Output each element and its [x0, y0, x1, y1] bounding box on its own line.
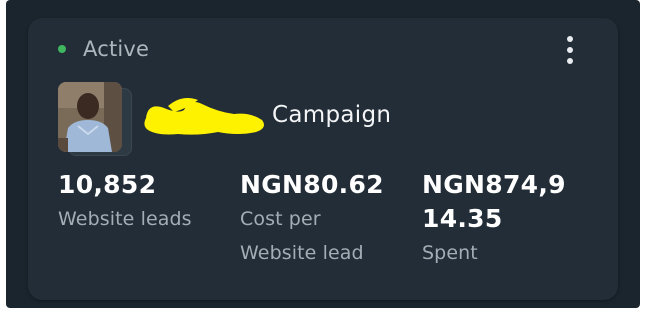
redaction-mark: [144, 98, 264, 135]
metric-label-line-1: Cost per: [240, 208, 321, 230]
more-vertical-icon-dot: [567, 47, 573, 53]
status-dot-icon: [58, 45, 66, 53]
campaign-name-label: Campaign: [272, 102, 392, 128]
metric-value-line-2: 14.35: [422, 204, 503, 233]
ad-thumbnail-stack[interactable]: [58, 82, 132, 158]
ad-thumbnail-photo: [58, 82, 122, 152]
screen: Active Campaign 10,852 Website leads NGN…: [0, 0, 646, 314]
metric-label-line-2: Website lead: [240, 242, 364, 264]
metric-website-leads: 10,852 Website leads: [58, 168, 238, 236]
metric-value-line-1: NGN874,9: [422, 170, 566, 199]
person-photo-icon: [58, 82, 122, 152]
metric-amount-spent: NGN874,9 14.35 Spent: [422, 168, 592, 270]
status-indicator: Active: [58, 36, 149, 62]
campaign-card[interactable]: Active Campaign 10,852 Website leads NGN…: [28, 18, 618, 300]
metric-label: Spent: [422, 242, 478, 264]
more-vertical-icon-dot: [567, 36, 573, 42]
metric-label: Website leads: [58, 208, 192, 230]
metric-cost-per-lead: NGN80.62 Cost per Website lead: [240, 168, 420, 270]
metric-value: NGN80.62: [240, 170, 384, 199]
more-options-button[interactable]: [560, 36, 580, 64]
metric-value: 10,852: [58, 170, 157, 199]
campaign-name[interactable]: Campaign: [138, 90, 391, 140]
more-vertical-icon-dot: [567, 58, 573, 64]
status-label: Active: [83, 37, 150, 61]
